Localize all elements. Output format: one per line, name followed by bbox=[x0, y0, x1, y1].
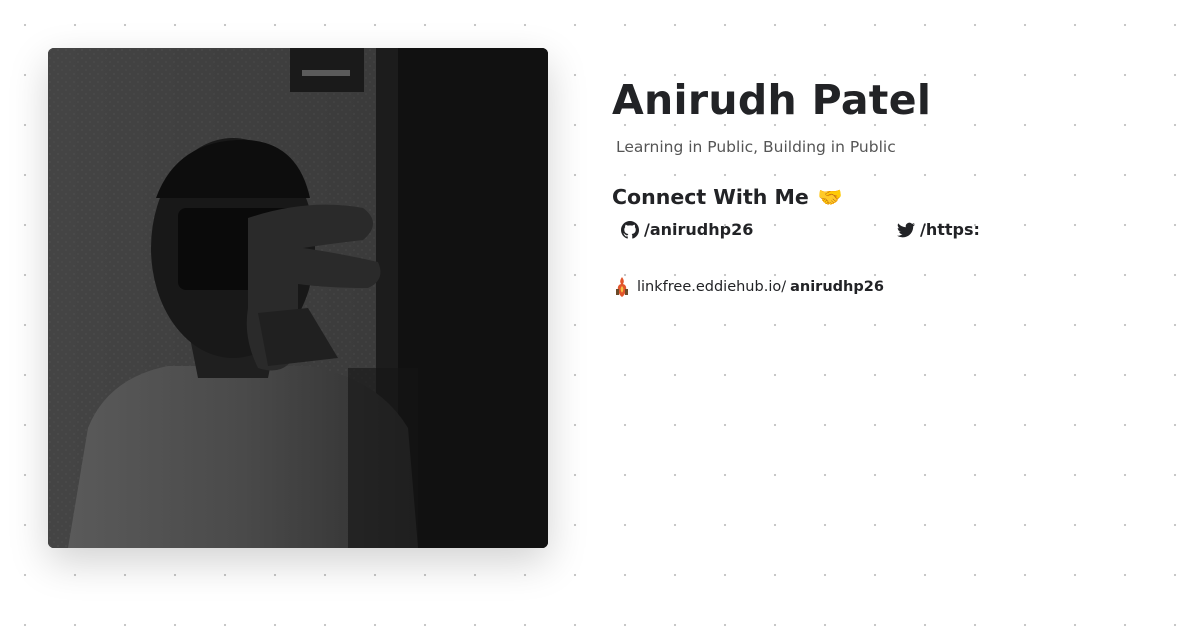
connect-heading-text: Connect With Me bbox=[612, 185, 809, 209]
profile-tagline: Learning in Public, Building in Public bbox=[616, 138, 896, 156]
handshake-icon: 🤝 bbox=[817, 185, 843, 209]
linkfree-domain: linkfree.eddiehub.io/ bbox=[637, 279, 787, 295]
profile-name: Anirudh Patel bbox=[612, 76, 932, 124]
linkfree-username: anirudhp26 bbox=[790, 279, 884, 295]
profile-photo bbox=[48, 48, 548, 548]
github-link-label: /anirudhp26 bbox=[644, 220, 754, 239]
twitter-link-label: /https: bbox=[920, 220, 980, 239]
twitter-icon bbox=[897, 222, 915, 237]
linkfree-link[interactable]: linkfree.eddiehub.io/ anirudhp26 bbox=[612, 276, 1172, 298]
social-links: /anirudhp26 /https: bbox=[612, 220, 1172, 250]
profile-photo-image bbox=[48, 48, 548, 548]
github-link[interactable]: /anirudhp26 bbox=[621, 220, 753, 239]
twitter-link[interactable]: /https: bbox=[897, 220, 980, 239]
linkfree-icon bbox=[616, 277, 628, 297]
connect-heading: Connect With Me 🤝 bbox=[612, 183, 1172, 211]
github-icon bbox=[621, 220, 639, 239]
